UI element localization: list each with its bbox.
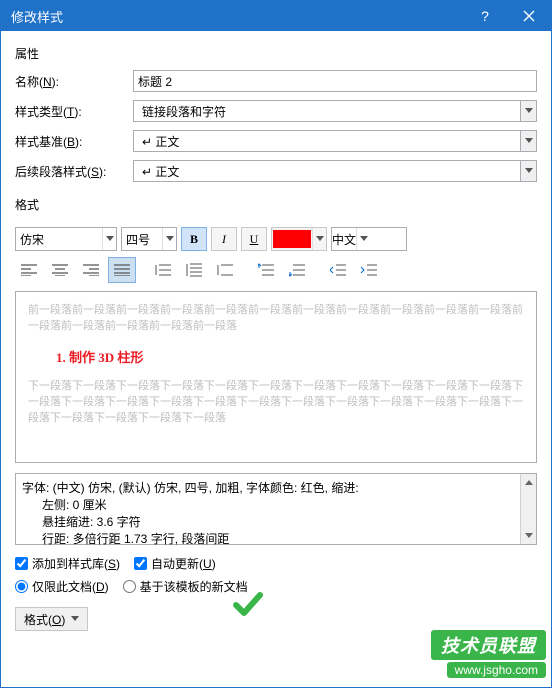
label-based-on: 样式基准(B): (15, 133, 133, 150)
close-button[interactable] (507, 1, 551, 31)
align-center-button[interactable] (46, 257, 74, 283)
template-radio[interactable]: 基于该模板的新文档 (123, 578, 248, 595)
para-space-increase-button[interactable] (252, 257, 280, 283)
underline-button[interactable]: U (241, 227, 267, 251)
desc-line: 悬挂缩进: 3.6 字符 (22, 514, 530, 531)
align-left-button[interactable] (15, 257, 43, 283)
chevron-down-icon (162, 228, 176, 250)
style-type-select[interactable]: 链接段落和字符 (133, 100, 537, 122)
preview-main: 1. 制作 3D 柱形 (28, 338, 524, 378)
color-swatch (273, 230, 311, 248)
font-color-button[interactable] (271, 227, 327, 251)
desc-line: 字体: (中文) 仿宋, (默认) 仿宋, 四号, 加粗, 字体颜色: 红色, … (22, 480, 530, 497)
section-format: 格式 (15, 196, 537, 213)
preview-after: 下一段落下一段落下一段落下一段落下一段落下一段落下一段落下一段落下一段落下一段落… (28, 378, 524, 426)
preview-pane: 前一段落前一段落前一段落前一段落前一段落前一段落前一段落前一段落前一段落前一段落… (15, 291, 537, 463)
help-button[interactable]: ? (463, 1, 507, 31)
line-spacing-2-button[interactable] (211, 257, 239, 283)
chevron-down-icon (356, 228, 370, 250)
add-to-gallery-checkbox[interactable]: 添加到样式库(S) (15, 555, 120, 572)
chevron-down-icon (71, 616, 79, 622)
chevron-down-icon (102, 228, 116, 250)
label-style-type: 样式类型(T): (15, 103, 133, 120)
italic-button[interactable]: I (211, 227, 237, 251)
desc-line: 左侧: 0 厘米 (22, 497, 530, 514)
line-spacing-1-button[interactable] (149, 257, 177, 283)
scroll-down-icon[interactable] (521, 528, 536, 544)
indent-increase-button[interactable] (355, 257, 383, 283)
desc-line: 行距: 多倍行距 1.73 字行, 段落间距 (22, 531, 530, 548)
auto-update-checkbox[interactable]: 自动更新(U) (134, 555, 216, 572)
line-spacing-15-button[interactable] (180, 257, 208, 283)
dialog-title: 修改样式 (11, 7, 463, 26)
align-right-button[interactable] (77, 257, 105, 283)
this-doc-radio[interactable]: 仅限此文档(D) (15, 578, 109, 595)
lang-select[interactable]: 中文 (331, 227, 407, 251)
bold-button[interactable]: B (181, 227, 207, 251)
name-input[interactable] (133, 70, 537, 92)
chevron-down-icon (520, 101, 536, 121)
align-justify-button[interactable] (108, 257, 136, 283)
size-select[interactable]: 四号 (121, 227, 177, 251)
description-box: 字体: (中文) 仿宋, (默认) 仿宋, 四号, 加粗, 字体颜色: 红色, … (15, 473, 537, 545)
preview-before: 前一段落前一段落前一段落前一段落前一段落前一段落前一段落前一段落前一段落前一段落… (28, 302, 524, 334)
para-space-decrease-button[interactable] (283, 257, 311, 283)
scroll-up-icon[interactable] (521, 474, 536, 490)
follow-style-select[interactable]: ↵ 正文 (133, 160, 537, 182)
chevron-down-icon (520, 161, 536, 181)
chevron-down-icon (520, 131, 536, 151)
scrollbar[interactable] (520, 474, 536, 544)
chevron-down-icon (312, 228, 326, 250)
format-menu-button[interactable]: 格式(O) (15, 607, 88, 631)
titlebar: 修改样式 ? (1, 1, 551, 31)
based-on-select[interactable]: ↵ 正文 (133, 130, 537, 152)
label-name: 名称(N): (15, 73, 133, 90)
font-select[interactable]: 仿宋 (15, 227, 117, 251)
indent-decrease-button[interactable] (324, 257, 352, 283)
section-properties: 属性 (15, 45, 537, 62)
label-follow-style: 后续段落样式(S): (15, 163, 133, 180)
